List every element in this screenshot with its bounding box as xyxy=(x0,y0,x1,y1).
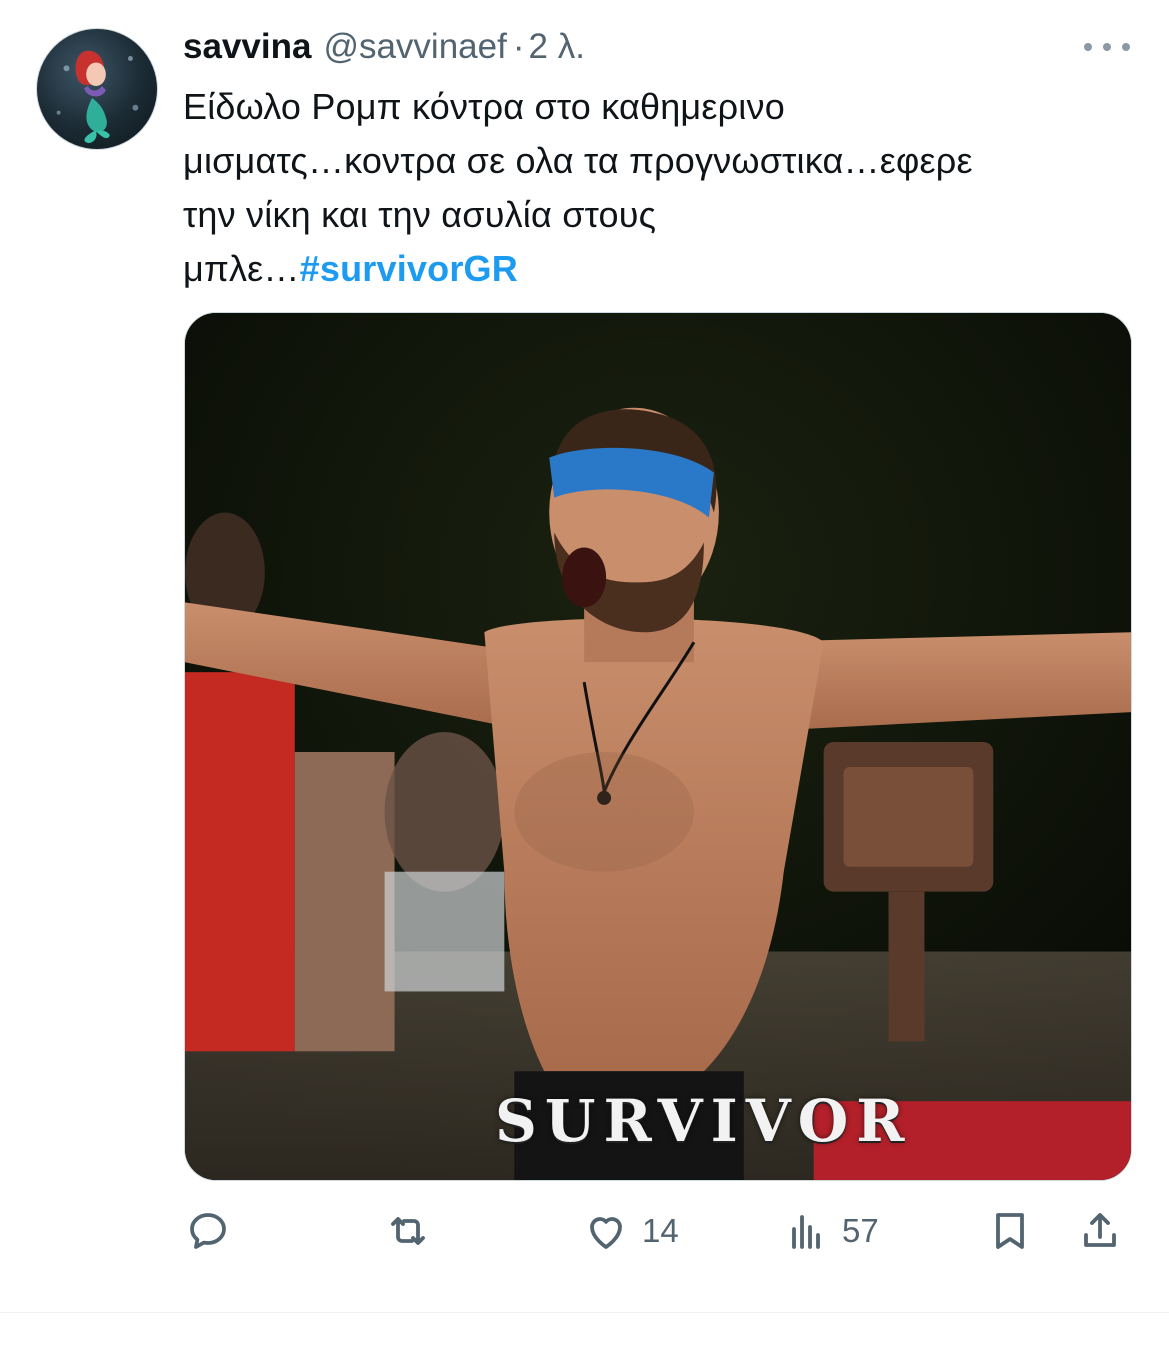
display-name[interactable]: savvina xyxy=(183,24,311,70)
like-count: 14 xyxy=(642,1212,679,1249)
tweet-text-line: μισματς…κοντρα σε ολα τα προγνωστικα…εφε… xyxy=(183,140,973,181)
tweet-text-line-last: μπλε…#survivorGR xyxy=(183,242,1133,296)
tweet-divider xyxy=(0,1312,1169,1313)
hashtag-link[interactable]: #survivorGR xyxy=(300,248,518,289)
reply-button[interactable] xyxy=(184,1198,232,1264)
tweet[interactable]: savvina @savvinaef · 2 λ. Είδωλο Ρομπ κό… xyxy=(0,0,1169,1368)
avatar[interactable] xyxy=(36,28,158,150)
heart-icon xyxy=(590,1217,622,1249)
tweet-text-line: την νίκη και την ασυλία στους xyxy=(183,194,657,235)
photo-illustration xyxy=(185,313,1131,1180)
like-button[interactable]: 14 xyxy=(582,1198,679,1264)
tweet-text-line: Είδωλο Ρομπ κόντρα στο καθημερινο xyxy=(183,86,785,127)
tweet-action-bar: 14 57 xyxy=(184,1198,1132,1264)
bookmark-button[interactable] xyxy=(986,1198,1034,1264)
views-button[interactable]: 57 xyxy=(782,1198,879,1264)
bookmark-icon xyxy=(996,1213,1024,1249)
tweet-text-prefix: μπλε… xyxy=(183,248,300,289)
timestamp[interactable]: 2 λ. xyxy=(529,24,585,70)
views-count: 57 xyxy=(842,1212,879,1249)
survivor-logo: SURVIVOR xyxy=(495,1087,913,1155)
avatar-image xyxy=(56,50,139,144)
reply-icon xyxy=(190,1213,226,1249)
retweet-icon xyxy=(391,1217,425,1245)
tweet-media-photo[interactable]: SURVIVOR xyxy=(184,312,1132,1181)
tweet-text: Είδωλο Ρομπ κόντρα στο καθημερινο μισματ… xyxy=(183,80,1133,296)
share-icon xyxy=(1084,1213,1116,1247)
views-chart-icon xyxy=(792,1215,820,1249)
retweet-button[interactable] xyxy=(384,1198,432,1264)
share-button[interactable] xyxy=(1076,1198,1124,1264)
user-handle[interactable]: @savvinaef xyxy=(323,24,506,70)
more-options-icon[interactable] xyxy=(1084,34,1130,60)
tweet-header: savvina @savvinaef · 2 λ. xyxy=(183,24,585,70)
separator-dot: · xyxy=(512,27,525,66)
